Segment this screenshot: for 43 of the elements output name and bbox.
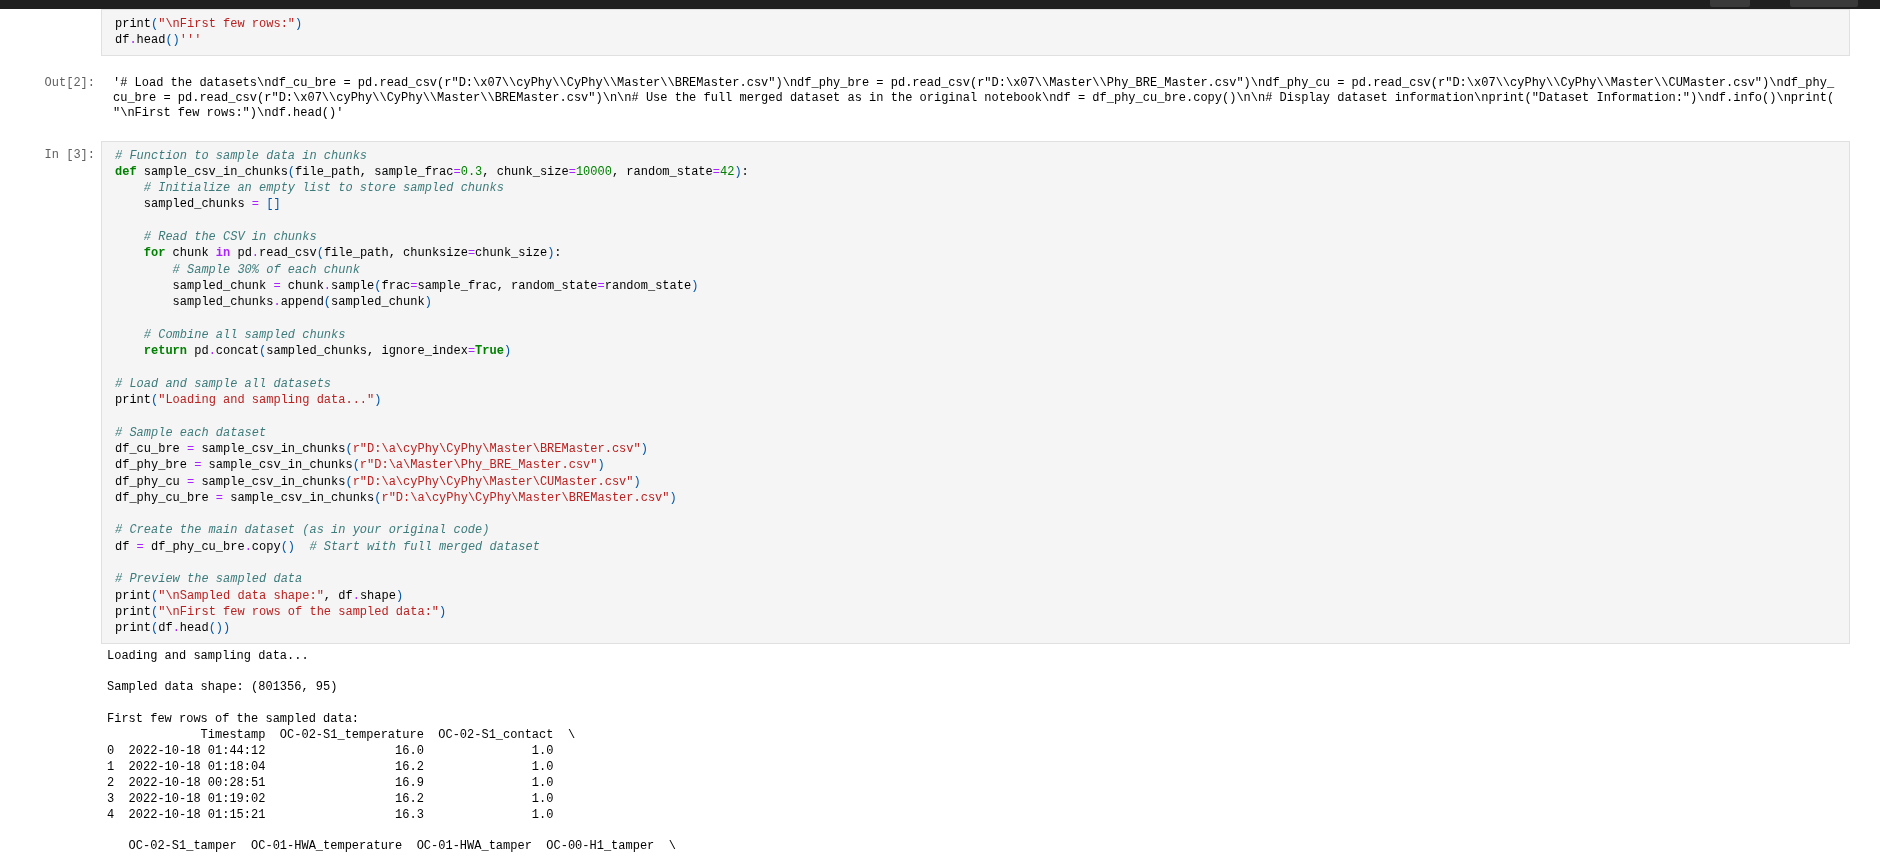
- code-line: # Read the CSV in chunks: [142, 229, 318, 246]
- code-line: # Sample each dataset: [115, 424, 268, 441]
- code-line: df.head()''': [115, 32, 203, 49]
- code-line: df_phy_bre = sample_csv_in_chunks(r"D:\a\Master\Phy_BRE_Master.csv"): [115, 457, 606, 474]
- code-line: # Sample 30% of each chunk: [171, 261, 361, 278]
- output-line: 4 2022-10-18 01:15:21 16.3 1.0: [107, 807, 554, 824]
- code-line: df_cu_bre = sample_csv_in_chunks(r"D:\a\cyPhy\CyPhy\Master\BREMaster.csv"): [115, 440, 649, 458]
- output-line: OC-02-S1_tamper OC-01-HWA_temperature OC-01-HWA_tamper OC-00-H1_tamper \: [127, 839, 676, 856]
- code-line: sampled_chunks.append(sampled_chunk): [171, 294, 433, 311]
- output-line: First few rows of the sampled data:: [107, 712, 360, 728]
- output-line: 2 2022-10-18 00:28:51 16.9 1.0: [107, 775, 554, 792]
- code-input-cell[interactable]: [101, 140, 1850, 644]
- output-line: 3 2022-10-18 01:19:02 16.2 1.0: [107, 791, 554, 808]
- code-line: print("Loading and sampling data..."): [115, 392, 383, 409]
- code-line: for chunk in pd.read_csv(file_path, chunksize=chunk_size):: [142, 245, 563, 262]
- prompt-label: In [3]:: [43, 146, 96, 164]
- code-line: # Initialize an empty list to store sampled chunks: [142, 180, 505, 197]
- toolbar-segment: [1790, 0, 1858, 7]
- code-line: # Create the main dataset (as in your original code): [115, 522, 491, 539]
- code-line: df = df_phy_cu_bre.copy() # Start with full merged dataset: [115, 538, 541, 555]
- code-line: # Combine all sampled chunks: [142, 326, 347, 344]
- output-line: Sampled data shape: (801356, 95): [107, 680, 338, 697]
- toolbar-segment: [1710, 0, 1750, 7]
- code-line: df_phy_cu_bre = sample_csv_in_chunks(r"D:\a\cyPhy\CyPhy\Master\BREMaster.csv"): [115, 489, 678, 507]
- prompt-label: Out[2]:: [43, 75, 96, 92]
- code-line: print("\nSampled data shape:", df.shape): [115, 587, 405, 604]
- code-line: return pd.concat(sampled_chunks, ignore_index=True): [142, 343, 513, 360]
- code-line: print("\nFirst few rows of the sampled data:"): [115, 603, 448, 621]
- code-input-cell[interactable]: print("\nFirst few rows:") df.head()''': [101, 9, 1850, 56]
- code-line: print(df.head()): [115, 620, 232, 637]
- code-line: df_phy_cu = sample_csv_in_chunks(r"D:\a\cyPhy\CyPhy\Master\CUMaster.csv"): [115, 473, 642, 490]
- code-line: print("\nFirst few rows:"): [115, 16, 304, 33]
- code-line: sampled_chunk = chunk.sample(frac=sample_frac, random_state=random_state): [171, 277, 700, 295]
- output-line: Loading and sampling data...: [107, 648, 309, 665]
- code-line: # Preview the sampled data: [115, 571, 304, 588]
- code-line: # Load and sample all datasets: [115, 375, 333, 393]
- output-line: 0 2022-10-18 01:44:12 16.0 1.0: [107, 743, 554, 760]
- code-line: def sample_csv_in_chunks(file_path, sample_frac=0.3, chunk_size=10000, random_state=42):: [115, 163, 750, 181]
- code-line: sampled_chunks = []: [142, 196, 282, 213]
- code-line: # Function to sample data in chunks: [115, 147, 369, 164]
- output-line: Timestamp OC-02-S1_temperature OC-02-S1_contact \: [199, 728, 576, 744]
- output-line: 1 2022-10-18 01:18:04 16.2 1.0: [107, 759, 554, 776]
- output-text: '# Load the datasets\ndf_cu_bre = pd.read_csv(r"D:\x07\\cyPhy\\CyPhy\\Master\\BREMaster.csv")\ndf_phy_bre = pd.read_csv(r"D:\x07\\Master\\Phy_BRE_Master.csv")\ndf_phy_cu = pd.read_csv(r"D:\x07\\cyPhy\\CyPhy\\Master\\CUMaster.csv")\ndf_phy_cu_bre = pd.read_csv(r"D:\x07\\cyPhy\\CyPhy\\Master\\BREMaster.csv")\n\n# Use the full merged dataset as in the original notebook\ndf = df_phy_cu_bre.copy()\n\n# Display dataset information\nprint("Dataset Information:")\ndf.info()\nprint("\nFirst few rows:")\ndf.head()': [112, 75, 1835, 121]
